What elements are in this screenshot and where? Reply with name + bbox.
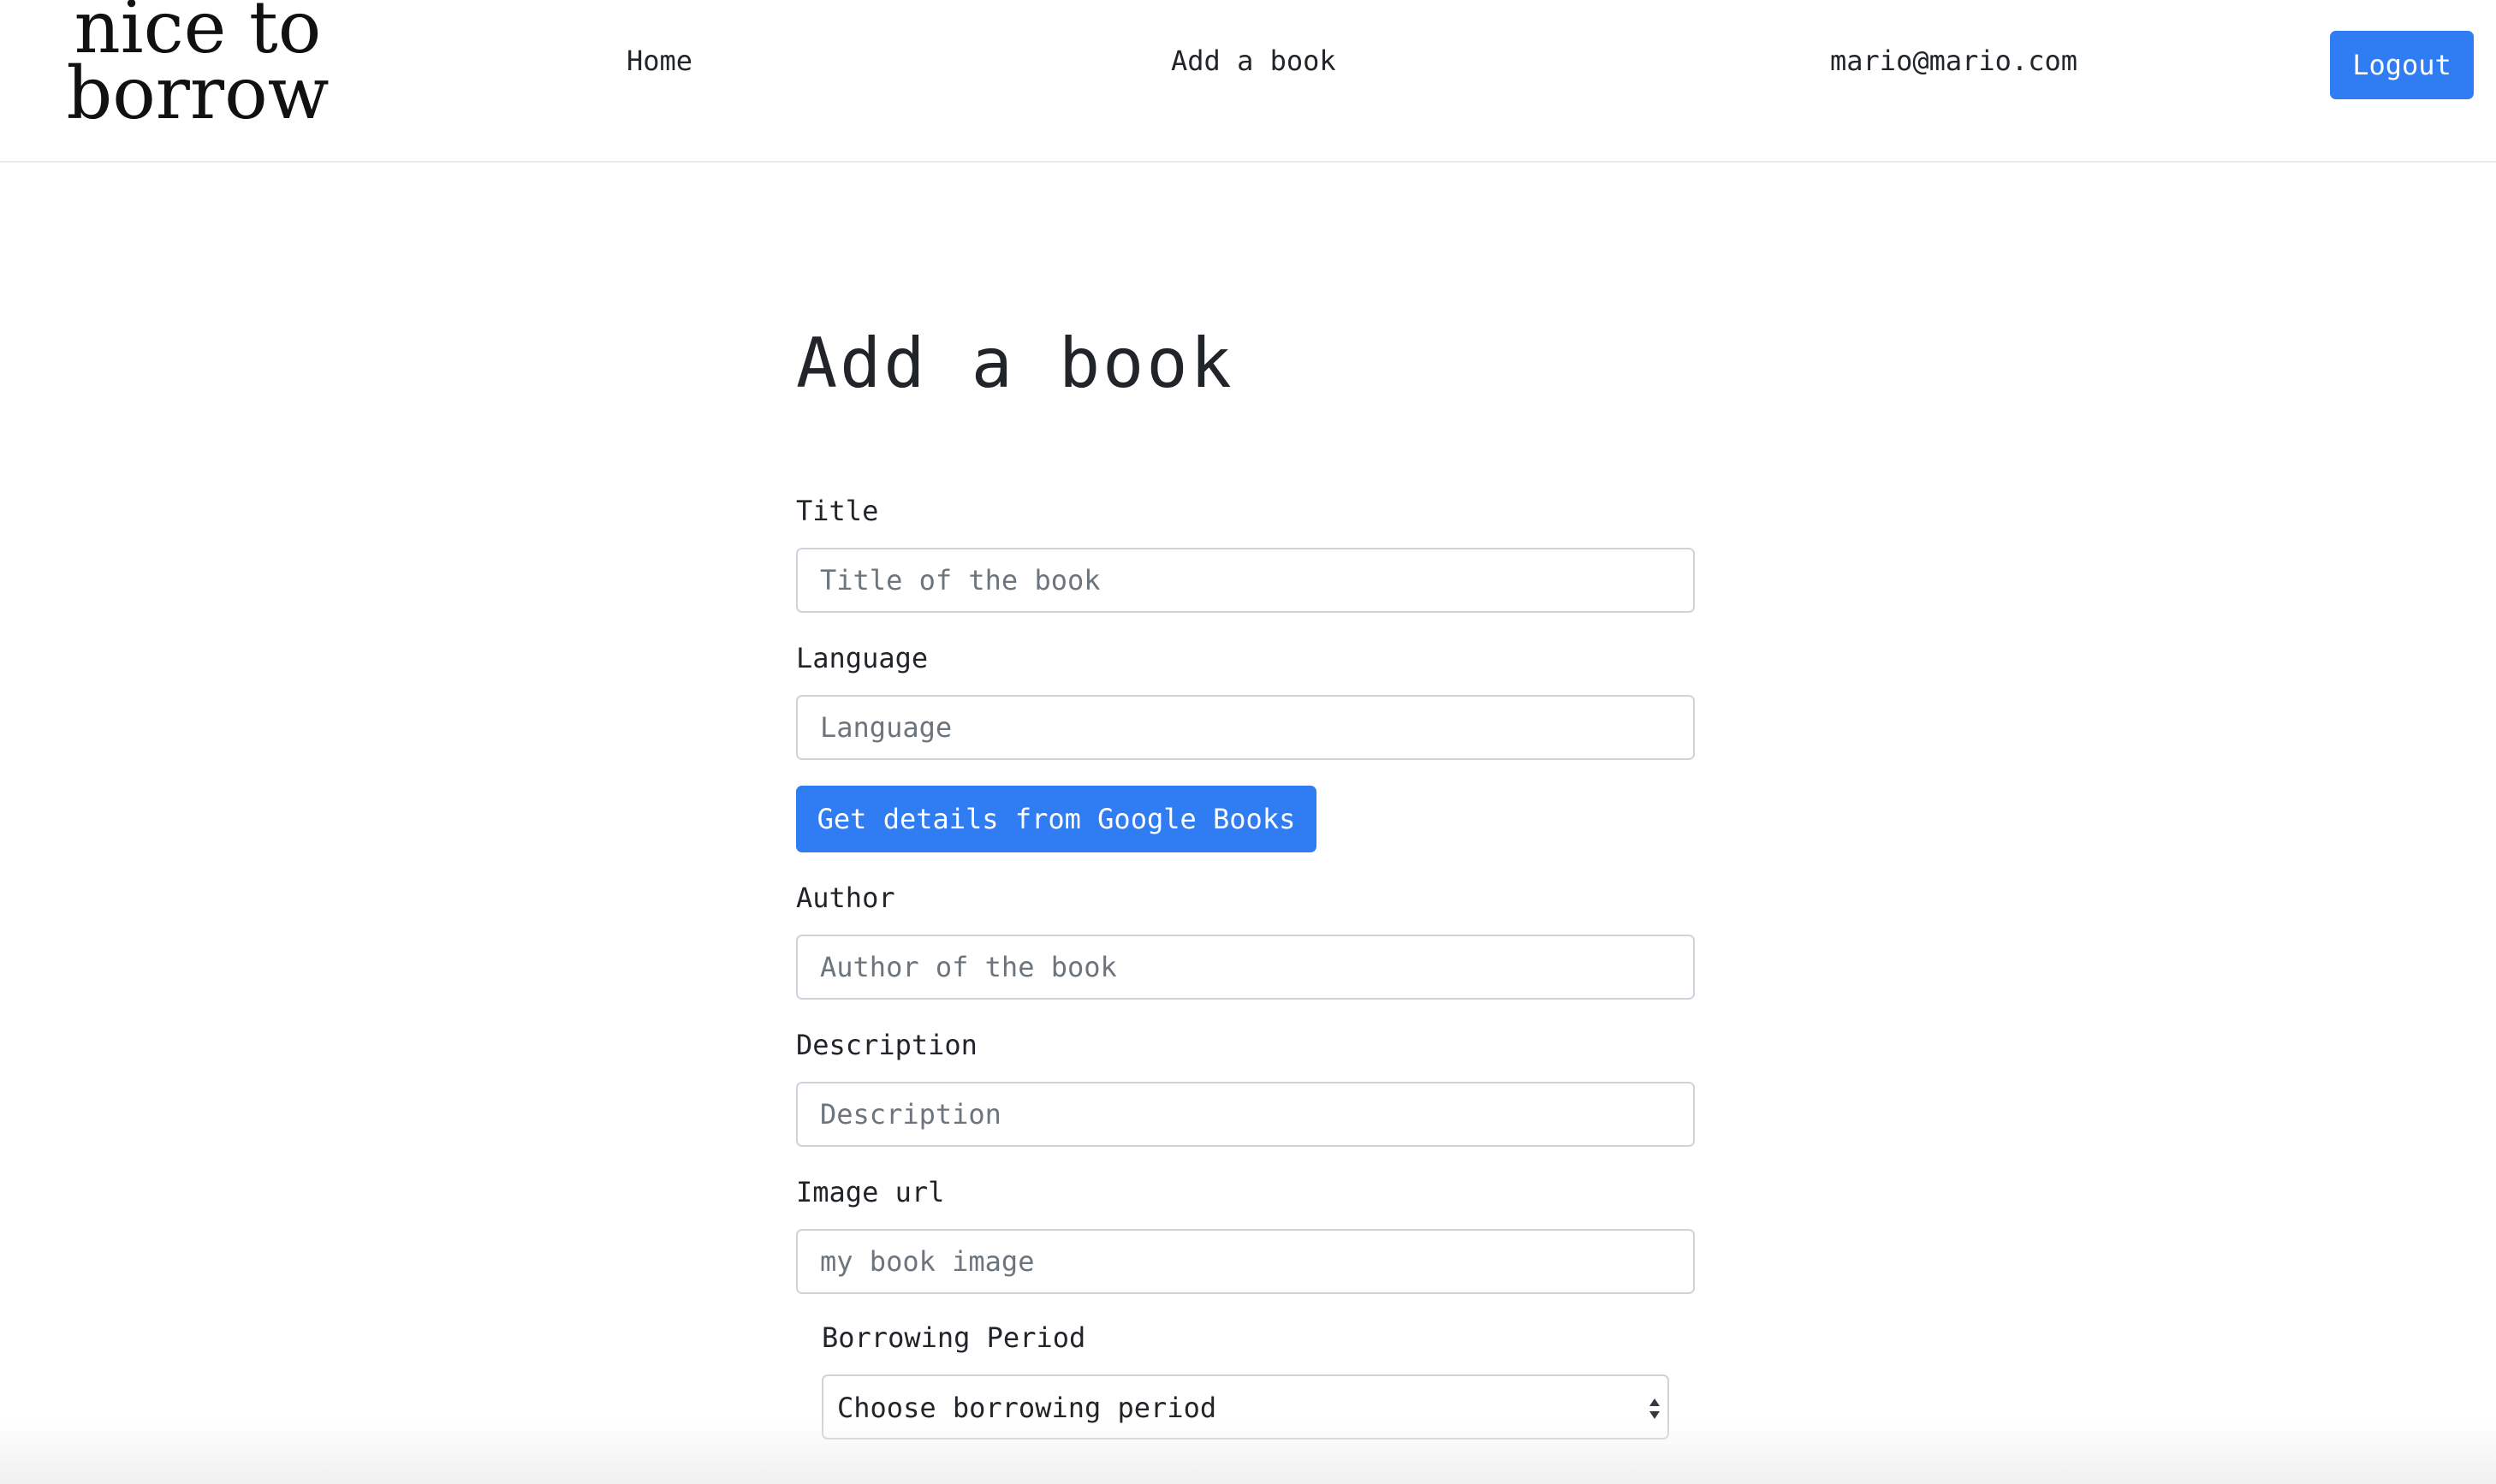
description-input[interactable] bbox=[796, 1082, 1695, 1147]
navbar: nice to borrow Home Add a book mario@mar… bbox=[0, 0, 2496, 163]
nav-user-email[interactable]: mario@mario.com bbox=[1830, 45, 2077, 77]
author-label: Author bbox=[796, 881, 895, 914]
image-url-input[interactable] bbox=[796, 1229, 1695, 1294]
language-label: Language bbox=[796, 642, 929, 674]
borrowing-period-select[interactable]: Choose borrowing period bbox=[822, 1374, 1669, 1439]
brand-logo[interactable]: nice to borrow bbox=[56, 0, 339, 136]
author-input[interactable] bbox=[796, 935, 1695, 1000]
nav-add-book-link[interactable]: Add a book bbox=[1171, 45, 1336, 77]
image-url-label: Image url bbox=[796, 1176, 945, 1208]
borrowing-period-selected: Choose borrowing period bbox=[837, 1392, 1217, 1424]
select-arrows-icon bbox=[1649, 1398, 1660, 1419]
title-label: Title bbox=[796, 495, 879, 527]
nav-home-link[interactable]: Home bbox=[627, 45, 692, 77]
title-input[interactable] bbox=[796, 548, 1695, 613]
brand-line-2: borrow bbox=[66, 51, 330, 136]
page-title: Add a book bbox=[796, 324, 1234, 403]
page: nice to borrow Home Add a book mario@mar… bbox=[0, 0, 2496, 1484]
description-label: Description bbox=[796, 1029, 978, 1061]
logout-button[interactable]: Logout bbox=[2330, 31, 2474, 99]
google-books-button[interactable]: Get details from Google Books bbox=[796, 786, 1316, 852]
language-input[interactable] bbox=[796, 695, 1695, 760]
borrowing-period-label: Borrowing Period bbox=[822, 1321, 1086, 1354]
